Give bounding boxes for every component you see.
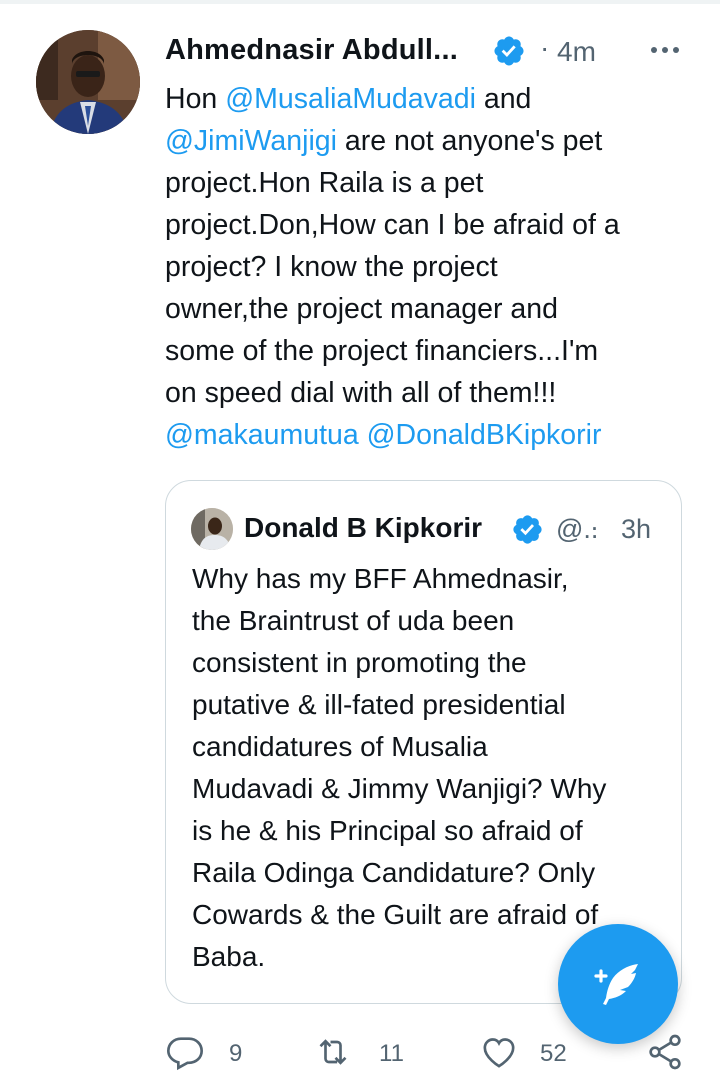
tweet-text-line: @JimiWanjigi are not anyone's pet (165, 120, 695, 162)
quoted-text-line: the Braintrust of uda been (192, 605, 515, 636)
mention-link[interactable]: @makaumutua (165, 419, 359, 451)
author-name[interactable]: Ahmednasir Abdull... (165, 34, 458, 67)
mention-link[interactable]: @MusaliaMudavadi (225, 83, 476, 115)
quoted-text-line: putative & ill-fated presidential (192, 689, 566, 720)
tweet-header: Ahmednasir Abdull... · 4m (165, 28, 695, 74)
tweet-text-line: owner,the project manager and (165, 288, 695, 330)
compose-feather-icon (594, 964, 638, 1005)
tweet-text-segment: project.Don,How can I be afraid of a (165, 209, 620, 241)
separator-dot: · (590, 512, 599, 542)
tweet-text-segment: Hon (165, 83, 226, 115)
author-avatar[interactable] (36, 30, 140, 134)
compose-tweet-button[interactable] (558, 924, 678, 1044)
tweet-text-segment: some of the project financiers...I'm (165, 335, 599, 367)
reply-count: 9 (229, 1040, 243, 1067)
quoted-tweet-text: Why has my BFF Ahmednasir, the Braintrust… (192, 558, 662, 978)
quoted-author-name: Donald B Kipkorir (244, 512, 483, 543)
tweet-text: Hon @MusaliaMudavadi and @JimiWanjigi are… (165, 78, 695, 456)
tweet-text-segment: on speed dial with all of them!!! (165, 377, 557, 409)
tweet-text-line: some of the project financiers...I'm (165, 330, 695, 372)
quoted-text-line: is he & his Principal so afraid of (192, 815, 583, 846)
verified-badge-icon (513, 515, 542, 544)
tweet-text-segment: are not anyone's pet (336, 125, 603, 157)
tweet-text-segment: project? I know the project (165, 251, 498, 283)
verified-badge-icon (494, 36, 524, 66)
tweet[interactable]: Ahmednasir Abdull... · 4m Hon @MusaliaMu… (0, 0, 720, 1071)
quoted-text-line: Mudavadi & Jimmy Wanjigi? Why (192, 773, 607, 804)
share-icon (649, 1034, 681, 1070)
quoted-author-avatar (191, 508, 233, 550)
mention-link[interactable]: @JimiWanjigi (165, 125, 337, 157)
like-icon (483, 1038, 515, 1068)
like-count: 52 (540, 1040, 567, 1067)
tweet-text-line: project.Don,How can I be afraid of a (165, 204, 695, 246)
mention-link[interactable]: @DonaldBKipkorir (367, 419, 602, 451)
reply-icon (166, 1037, 204, 1071)
tweet-text-segment: owner,the project manager and (165, 293, 558, 325)
tweet-text-segment: project.Hon Raila is a pet (165, 167, 484, 199)
retweet-count: 11 (379, 1040, 404, 1067)
separator-dot: · (540, 32, 550, 63)
quoted-text-line: Why has my BFF Ahmednasir, (192, 563, 569, 594)
tweet-text-line: on speed dial with all of them!!! (165, 372, 695, 414)
tweet-text-line: @makaumutua @DonaldBKipkorir (165, 414, 695, 456)
tweet-timestamp[interactable]: 4m (557, 36, 596, 68)
quoted-text-line: consistent in promoting the (192, 647, 527, 678)
quoted-text-line: candidatures of Musalia (192, 731, 488, 762)
tweet-text-line: Hon @MusaliaMudavadi and (165, 78, 695, 120)
tweet-text-segment: and (475, 83, 532, 115)
quoted-tweet-timestamp: 3h (621, 514, 652, 544)
tweet-text-line: project? I know the project (165, 246, 695, 288)
tweet-text-line: project.Hon Raila is a pet (165, 162, 695, 204)
quoted-text-line: Raila Odinga Candidature? Only (192, 857, 596, 888)
tweet-text-segment (359, 419, 367, 451)
more-horizontal-icon[interactable] (647, 32, 683, 68)
retweet-icon (319, 1039, 347, 1065)
